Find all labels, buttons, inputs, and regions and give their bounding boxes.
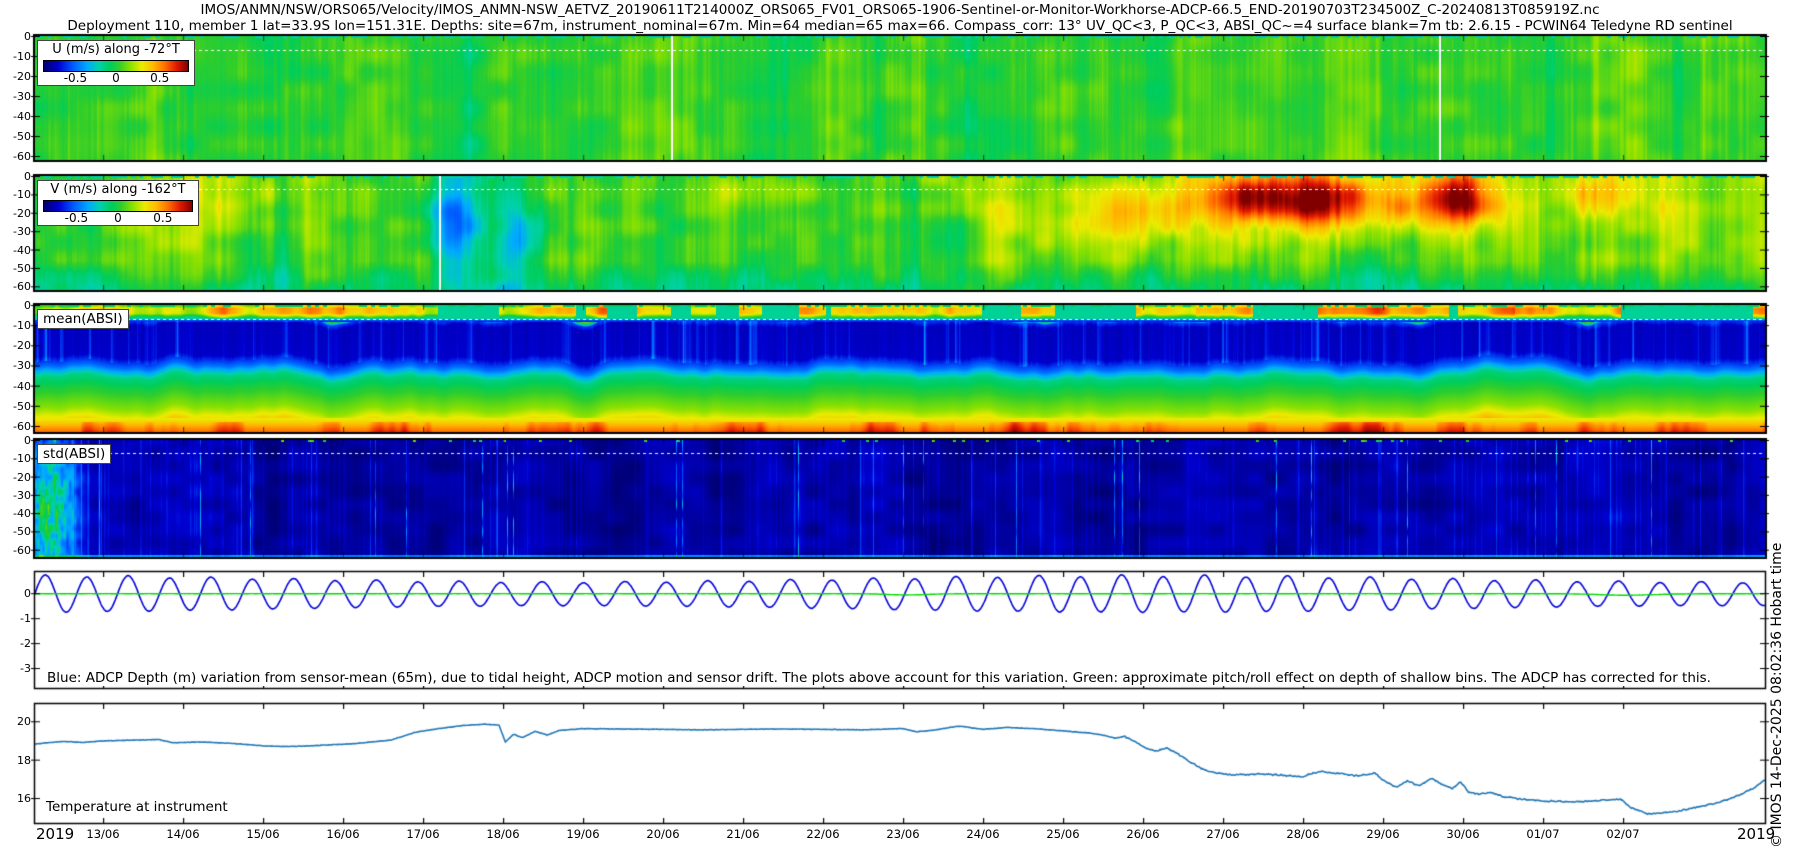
y-tick-label: -20: [0, 339, 31, 352]
mean-absi-label: mean(ABSI): [38, 310, 128, 328]
v-velocity-legend: V (m/s) along -162°T -0.5 0 0.5: [37, 180, 199, 226]
y-tick-label: -50: [0, 130, 31, 143]
y-tick-label: -30: [0, 359, 31, 372]
u-velocity-legend-title: U (m/s) along -72°T: [38, 41, 194, 58]
y-tick-label: 0: [0, 30, 31, 43]
y-tick-label: -60: [0, 544, 31, 557]
v-colorbar-tick: 0.5: [153, 211, 172, 225]
x-axis-year-label-left: 2019: [36, 825, 74, 843]
depth-variation-annotation: Blue: ADCP Depth (m) variation from sens…: [47, 670, 1711, 686]
x-axis-date-label: 21/06: [715, 827, 771, 841]
y-tick-label: -10: [0, 50, 31, 63]
x-axis-date-label: 27/06: [1195, 827, 1251, 841]
y-tick-label: -10: [0, 188, 31, 201]
y-tick-label: -50: [0, 262, 31, 275]
y-tick-label: 0: [0, 587, 31, 600]
y-tick-label: -30: [0, 489, 31, 502]
x-axis-date-label: 14/06: [155, 827, 211, 841]
y-tick-label: -1: [0, 612, 31, 625]
x-axis-year-label-right: 2019: [1737, 825, 1775, 843]
y-tick-label: 0: [0, 170, 31, 183]
x-axis-date-label: 30/06: [1435, 827, 1491, 841]
y-tick-label: -2: [0, 637, 31, 650]
y-tick-label: -60: [0, 150, 31, 163]
y-tick-label: 0: [0, 434, 31, 447]
std-absi-label-box: std(ABSI): [37, 444, 111, 464]
u-colorbar-tick: 0: [112, 71, 120, 85]
mean-absi-label-box: mean(ABSI): [37, 309, 129, 329]
y-tick-label: -60: [0, 280, 31, 293]
x-axis-date-label: 25/06: [1035, 827, 1091, 841]
y-tick-label: -50: [0, 400, 31, 413]
y-tick-label: 20: [0, 715, 31, 728]
y-tick-label: -50: [0, 525, 31, 538]
v-velocity-legend-title: V (m/s) along -162°T: [38, 181, 198, 198]
x-axis-date-label: 18/06: [475, 827, 531, 841]
x-axis-date-label: 22/06: [795, 827, 851, 841]
y-tick-label: -3: [0, 662, 31, 675]
adcp-plot-figure: IMOS/ANMN/NSW/ORS065/Velocity/IMOS_ANMN-…: [0, 0, 1800, 850]
x-axis-date-label: 15/06: [235, 827, 291, 841]
y-tick-label: -20: [0, 207, 31, 220]
x-axis-date-label: 02/07: [1595, 827, 1651, 841]
x-axis-date-label: 17/06: [395, 827, 451, 841]
y-tick-label: -40: [0, 110, 31, 123]
x-axis-date-label: 28/06: [1275, 827, 1331, 841]
x-axis-date-label: 20/06: [635, 827, 691, 841]
y-tick-label: -40: [0, 507, 31, 520]
y-tick-label: -20: [0, 471, 31, 484]
copyright-vertical-text: © IMOS 14-Dec-2025 08:02:36 Hobart time: [1769, 476, 1785, 848]
y-tick-label: 0: [0, 299, 31, 312]
x-axis-date-label: 16/06: [315, 827, 371, 841]
y-tick-label: -40: [0, 380, 31, 393]
plots-canvas: [0, 0, 1800, 850]
x-axis-date-label: 13/06: [75, 827, 131, 841]
y-tick-label: -30: [0, 90, 31, 103]
x-axis-date-label: 01/07: [1515, 827, 1571, 841]
y-tick-label: 18: [0, 754, 31, 767]
v-colorbar-tick: -0.5: [65, 211, 88, 225]
y-tick-label: 16: [0, 792, 31, 805]
y-tick-label: -10: [0, 452, 31, 465]
y-tick-label: -10: [0, 319, 31, 332]
y-tick-label: -30: [0, 225, 31, 238]
u-colorbar-tick: 0.5: [150, 71, 169, 85]
u-velocity-legend: U (m/s) along -72°T -0.5 0 0.5: [37, 40, 195, 86]
u-colorbar-tick: -0.5: [64, 71, 87, 85]
temperature-panel-label: Temperature at instrument: [46, 799, 228, 815]
x-axis-date-label: 26/06: [1115, 827, 1171, 841]
std-absi-label: std(ABSI): [38, 445, 110, 463]
y-tick-label: -40: [0, 244, 31, 257]
x-axis-date-label: 29/06: [1355, 827, 1411, 841]
x-axis-date-label: 19/06: [555, 827, 611, 841]
x-axis-date-label: 23/06: [875, 827, 931, 841]
x-axis-date-label: 24/06: [955, 827, 1011, 841]
y-tick-label: -60: [0, 420, 31, 433]
v-colorbar-tick: 0: [114, 211, 122, 225]
y-tick-label: -20: [0, 70, 31, 83]
